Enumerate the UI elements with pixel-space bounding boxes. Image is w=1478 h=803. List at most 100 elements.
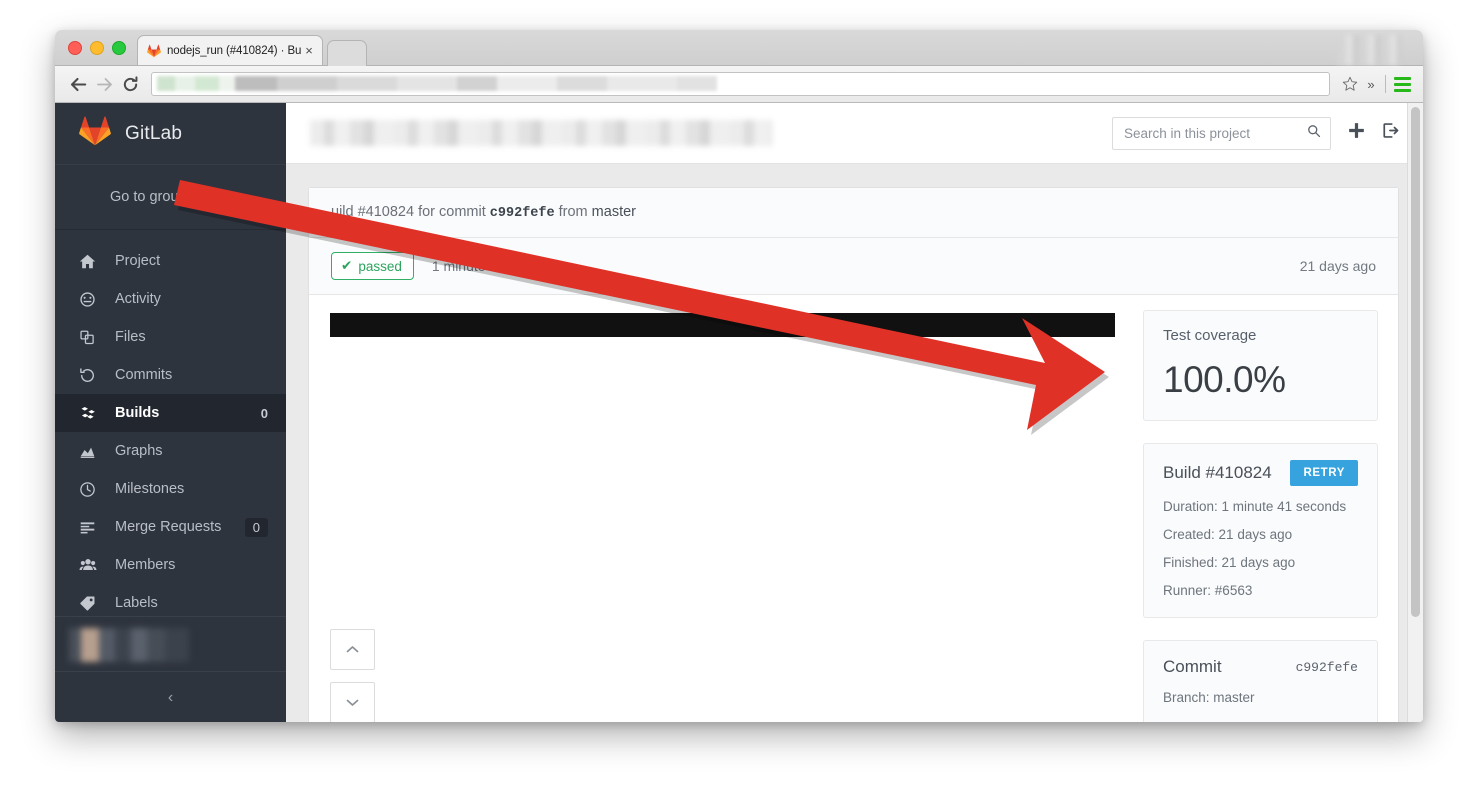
close-tab-icon[interactable]: × (302, 44, 316, 57)
search-box[interactable] (1112, 116, 1331, 150)
sidebar-item-milestones[interactable]: Milestones (55, 470, 286, 508)
forward-button[interactable] (91, 71, 117, 97)
commit-branch-label: Branch: (1163, 690, 1210, 705)
avatar (69, 628, 189, 662)
test-coverage-value: 100.0% (1163, 359, 1286, 400)
check-icon: ✔ (341, 258, 353, 273)
sidebar-item-merge-requests[interactable]: Merge Requests 0 (55, 508, 286, 546)
sidebar-item-label: Project (115, 253, 161, 269)
members-icon (79, 556, 101, 574)
sidebar-item-files[interactable]: Files (55, 318, 286, 356)
build-info-header: Build #410824 RETRY (1163, 460, 1358, 486)
topbar-actions (1112, 116, 1399, 150)
build-log-pane[interactable] (309, 295, 1135, 722)
build-header-number: #410824 (357, 204, 415, 220)
gitlab-brand-name: GitLab (125, 122, 183, 144)
commit-branch-row: Branch: master (1163, 690, 1358, 705)
browser-menu-icon[interactable] (1391, 73, 1413, 95)
page-scrollbar[interactable] (1407, 103, 1423, 722)
sidebar-item-label: Commits (115, 367, 173, 383)
sidebar-item-label: Graphs (115, 443, 163, 459)
gitlab-favicon-icon (147, 44, 161, 58)
commit-card-hash[interactable]: c992fefe (1296, 660, 1358, 675)
window-controls (68, 41, 126, 55)
log-scroll-controls (330, 629, 375, 722)
commit-card: Commit c992fefe Branch: master (1143, 640, 1378, 722)
build-header-hash[interactable]: c992fefe (490, 206, 555, 221)
toolbar-overflow-icon[interactable]: » (1362, 77, 1380, 92)
menu-bar-3 (1393, 88, 1411, 92)
graphs-icon (79, 443, 101, 460)
sidebar-go-to-group[interactable]: Go to group (55, 165, 286, 230)
build-runner-row: Runner: #6563 (1163, 583, 1358, 598)
toolbar-separator (1385, 75, 1386, 93)
sidebar-item-label: Merge Requests (115, 519, 222, 535)
gitlab-tanuki-icon (79, 115, 111, 152)
browser-window: nodejs_run (#410824) · Bu × » GitLab Go … (55, 30, 1423, 722)
build-info-title: Build #410824 (1163, 463, 1272, 482)
build-duration: 1 minute 41 seconds (431, 258, 562, 274)
search-input[interactable] (1122, 124, 1307, 142)
sidebar-item-graphs[interactable]: Graphs (55, 432, 286, 470)
scroll-to-top-button[interactable] (330, 629, 375, 670)
sidebar-item-builds[interactable]: Builds 0 (55, 394, 286, 432)
sidebar-item-label: Activity (115, 291, 161, 307)
sidebar-item-count: 0 (244, 517, 268, 537)
screenshot-root: nodejs_run (#410824) · Bu × » GitLab Go … (0, 0, 1478, 803)
browser-tab-title: nodejs_run (#410824) · Bu (167, 44, 302, 57)
address-bar-blurred-url (157, 76, 717, 91)
build-header-from: from (558, 204, 588, 220)
sidebar-item-label: Builds (115, 405, 160, 421)
browser-toolbar: » (55, 66, 1423, 103)
sidebar-item-members[interactable]: Members (55, 546, 286, 584)
gitlab-logo-link[interactable]: GitLab (55, 103, 286, 165)
build-duration-label: Duration: (1163, 499, 1218, 514)
build-finished-value: 21 days ago (1221, 555, 1296, 570)
breadcrumb[interactable] (310, 120, 772, 146)
maximize-window-button[interactable] (112, 41, 126, 55)
page-scrollbar-thumb[interactable] (1411, 107, 1420, 617)
history-icon (79, 367, 101, 384)
commit-branch-value[interactable]: master (1213, 690, 1254, 705)
bookmark-star-icon[interactable] (1338, 73, 1362, 95)
minimize-window-button[interactable] (90, 41, 104, 55)
sidebar-item-project[interactable]: Project (55, 242, 286, 280)
test-coverage-label: Test coverage (1163, 327, 1257, 344)
close-window-button[interactable] (68, 41, 82, 55)
sidebar-item-label: Members (115, 557, 176, 573)
build-header-for-commit: for commit (418, 204, 486, 220)
retry-button[interactable]: RETRY (1290, 460, 1358, 486)
sidebar-item-commits[interactable]: Commits (55, 356, 286, 394)
build-log-redacted-line (330, 313, 1115, 337)
merge-request-icon (79, 519, 101, 536)
sidebar-collapse-button[interactable]: ‹ (55, 672, 286, 722)
build-page-main: uild #410824 for commit c992fefe from ma… (286, 164, 1423, 722)
new-tab-button[interactable] (327, 40, 367, 66)
build-runner-label: Runner: (1163, 583, 1212, 598)
build-duration-row: Duration: 1 minute 41 seconds (1163, 499, 1358, 514)
sidebar-user-profile[interactable] (55, 616, 286, 672)
build-created-value: 21 days ago (1218, 527, 1293, 542)
search-icon (1307, 124, 1321, 143)
address-bar[interactable] (151, 72, 1330, 96)
milestone-icon (79, 481, 101, 498)
new-item-button[interactable] (1348, 122, 1365, 144)
build-header-branch[interactable]: master (592, 204, 636, 220)
scroll-to-bottom-button[interactable] (330, 682, 375, 722)
back-button[interactable] (65, 71, 91, 97)
sign-out-button[interactable] (1382, 122, 1399, 144)
build-sidebar: Test coverage 100.0% Build #410824 RETRY (1135, 295, 1398, 722)
build-duration-value: 1 minute 41 seconds (1221, 499, 1347, 514)
reload-button[interactable] (117, 71, 143, 97)
build-info-card: Build #410824 RETRY Duration: 1 minute 4… (1143, 443, 1378, 618)
menu-bar-1 (1393, 76, 1411, 80)
build-finished-row: Finished: 21 days ago (1163, 555, 1358, 570)
sidebar-item-label: Milestones (115, 481, 185, 497)
project-topbar (286, 103, 1423, 164)
build-created-label: Created: (1163, 527, 1215, 542)
gitlab-content: uild #410824 for commit c992fefe from ma… (286, 103, 1423, 722)
sidebar-item-activity[interactable]: Activity (55, 280, 286, 318)
status-badge[interactable]: ✔ passed (331, 252, 414, 280)
browser-tab[interactable]: nodejs_run (#410824) · Bu × (137, 35, 323, 65)
build-runner-value[interactable]: #6563 (1215, 583, 1253, 598)
